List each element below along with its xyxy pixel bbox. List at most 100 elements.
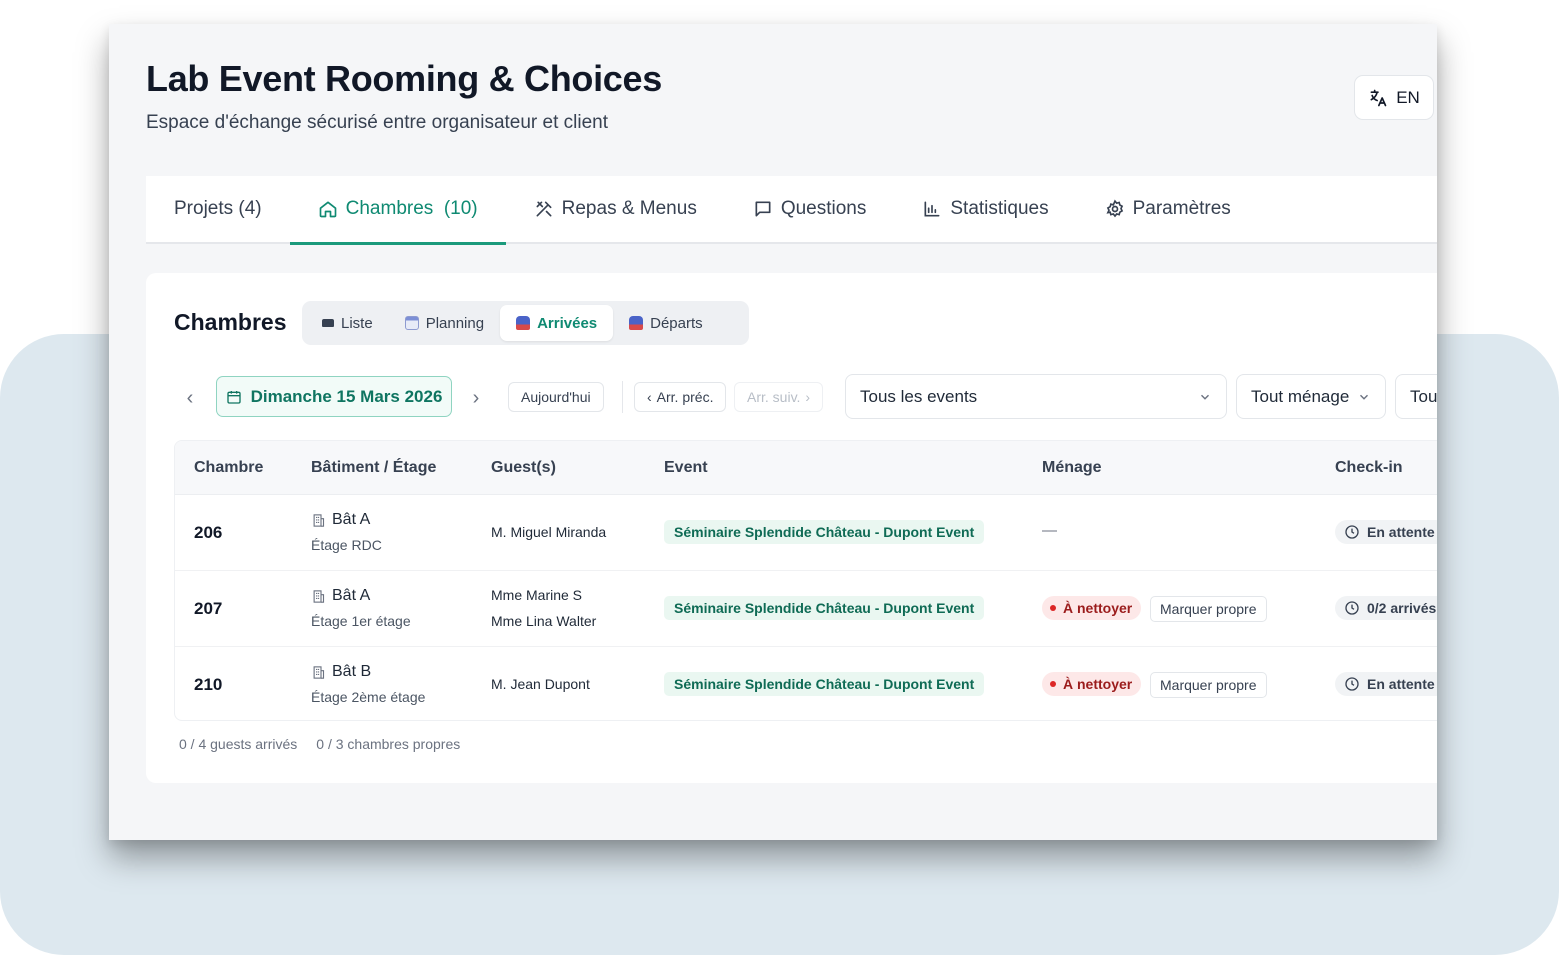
- view-arrivees-label: Arrivées: [537, 314, 598, 332]
- building-cell: Bât A: [311, 587, 370, 605]
- tab-chambres[interactable]: Chambres (10): [289, 175, 506, 245]
- today-label: Aujourd'hui: [521, 389, 591, 405]
- chevron-down-icon: [1201, 394, 1209, 400]
- home-icon: [319, 201, 336, 218]
- cleaning-filter-select[interactable]: Tout ménage: [1236, 374, 1386, 419]
- floor-label: Étage 2ème étage: [311, 689, 426, 705]
- toolbar-divider: [622, 381, 623, 413]
- app-window: Lab Event Rooming & Choices Espace d'éch…: [109, 24, 1437, 840]
- tab-chambres-label: Chambres (10): [345, 198, 478, 219]
- building-label: Bât A: [332, 511, 371, 528]
- date-toolbar: ‹ Dimanche 15 Mars 2026 › Aujourd'hui ‹ …: [174, 374, 1437, 420]
- event-filter-select[interactable]: Tous les events: [845, 374, 1227, 419]
- floor-label: Étage RDC: [311, 537, 382, 553]
- translate-icon: [1370, 89, 1387, 106]
- column-header: Event: [664, 459, 708, 476]
- guests-arrived-count: 0 / 4 guests arrivés: [179, 736, 298, 752]
- floor-label: Étage 1er étage: [311, 613, 411, 629]
- view-planning-button[interactable]: Planning: [389, 305, 500, 341]
- tab-questions-label: Questions: [780, 198, 867, 219]
- next-day-chevron-icon[interactable]: ›: [466, 376, 486, 420]
- arrivals-table: Chambre Bâtiment / Étage Guest(s) Event …: [174, 440, 1437, 721]
- guest-name: Mme Lina Walter: [491, 613, 597, 629]
- column-header: Guest(s): [491, 459, 556, 476]
- tab-projets[interactable]: Projets (4): [174, 175, 262, 243]
- checkin-status-badge: 0/2 arrivés: [1335, 596, 1437, 620]
- tab-parametres[interactable]: Paramètres: [1105, 175, 1231, 243]
- column-header: Chambre: [194, 459, 264, 476]
- building-icon: [313, 513, 325, 527]
- tab-statistiques-label: Statistiques: [950, 198, 1049, 219]
- tab-statistiques[interactable]: Statistiques: [922, 175, 1049, 243]
- cleaning-label: À nettoyer: [1063, 676, 1133, 692]
- summary-stats: 0 / 4 guests arrivés 0 / 3 chambres prop…: [179, 736, 460, 752]
- status-dot: [1050, 605, 1056, 611]
- next-arrival-label: Arr. suiv.: [747, 389, 801, 405]
- checkin-label: En attente: [1367, 676, 1435, 692]
- date-picker-button[interactable]: Dimanche 15 Mars 2026: [216, 376, 452, 417]
- clock-icon: [1345, 601, 1359, 615]
- status-dot: [1050, 681, 1056, 687]
- extra-filter-select[interactable]: Tou: [1395, 374, 1437, 419]
- clock-icon: [1345, 677, 1359, 691]
- building-label: Bât A: [332, 587, 371, 604]
- tab-repas-label: Repas & Menus: [561, 198, 697, 219]
- chevron-left-icon: ‹: [647, 389, 652, 405]
- tab-parametres-label: Paramètres: [1132, 198, 1231, 219]
- view-arrivees-button[interactable]: Arrivées: [500, 305, 614, 341]
- view-departs-button[interactable]: Départs: [613, 305, 719, 341]
- bar-chart-icon: [924, 201, 940, 217]
- cleaning-status-badge: À nettoyer: [1042, 672, 1142, 696]
- view-planning-label: Planning: [425, 314, 485, 332]
- rooms-card: Chambres Liste Planning Arrivées Départs…: [146, 273, 1437, 783]
- gear-icon: [1106, 199, 1123, 218]
- event-badge: Séminaire Splendide Château - Dupont Eve…: [664, 672, 985, 696]
- table-row[interactable]: 207 Bât A Étage 1er étage Mme Marine S M…: [175, 571, 1437, 647]
- checkin-label: 0/2 arrivés: [1367, 600, 1437, 616]
- table-row[interactable]: 206 Bât A Étage RDC M. Miguel Miranda Sé…: [175, 495, 1437, 571]
- tab-projets-label: Projets (4): [174, 198, 262, 219]
- tab-repas-menus[interactable]: Repas & Menus: [534, 175, 697, 243]
- mark-clean-button[interactable]: Marquer propre: [1150, 596, 1267, 622]
- arrivals-icon: [516, 316, 531, 330]
- column-header: Check-in: [1335, 459, 1403, 476]
- guest-name: M. Miguel Miranda: [491, 524, 607, 540]
- calendar-icon: [404, 316, 419, 330]
- guest-name: M. Jean Dupont: [491, 676, 590, 692]
- view-departs-label: Départs: [650, 314, 703, 332]
- prev-arrival-button[interactable]: ‹ Arr. préc.: [634, 382, 727, 412]
- view-switcher: Liste Planning Arrivées Départs: [302, 301, 749, 345]
- extra-filter-value: Tou: [1410, 386, 1437, 406]
- prev-day-chevron-icon[interactable]: ‹: [180, 376, 200, 420]
- cleaning-filter-value: Tout ménage: [1251, 386, 1350, 406]
- next-arrival-button[interactable]: Arr. suiv. ›: [734, 382, 824, 412]
- event-badge: Séminaire Splendide Château - Dupont Eve…: [664, 596, 985, 620]
- room-number: 210: [194, 675, 223, 694]
- today-button[interactable]: Aujourd'hui: [508, 382, 604, 412]
- event-badge: Séminaire Splendide Château - Dupont Eve…: [664, 520, 985, 544]
- calendar-icon: [226, 390, 241, 404]
- checkin-label: En attente: [1367, 524, 1435, 540]
- page-title: Lab Event Rooming & Choices: [146, 58, 662, 99]
- message-icon: [755, 201, 771, 217]
- prev-arrival-label: Arr. préc.: [656, 389, 714, 405]
- clock-icon: [1345, 525, 1359, 539]
- chevron-right-icon: ›: [805, 389, 811, 405]
- tab-questions[interactable]: Questions: [753, 175, 867, 243]
- table-row[interactable]: 210 Bât B Étage 2ème étage M. Jean Dupon…: [175, 647, 1437, 720]
- view-liste-label: Liste: [341, 314, 373, 332]
- column-header: Bâtiment / Étage: [311, 459, 437, 476]
- utensils-icon: [536, 201, 552, 217]
- building-icon: [313, 589, 325, 603]
- language-button[interactable]: EN: [1354, 75, 1434, 120]
- bed-icon: [322, 319, 334, 327]
- cleaning-status-badge: À nettoyer: [1042, 596, 1142, 620]
- rooms-clean-count: 0 / 3 chambres propres: [316, 736, 461, 752]
- building-cell: Bât B: [311, 663, 371, 681]
- page-subtitle: Espace d'échange sécurisé entre organisa…: [146, 112, 609, 133]
- view-liste-button[interactable]: Liste: [306, 305, 389, 341]
- language-label: EN: [1396, 87, 1420, 107]
- mark-clean-button[interactable]: Marquer propre: [1150, 672, 1267, 698]
- building-icon: [313, 665, 325, 679]
- cleaning-label: À nettoyer: [1063, 600, 1133, 616]
